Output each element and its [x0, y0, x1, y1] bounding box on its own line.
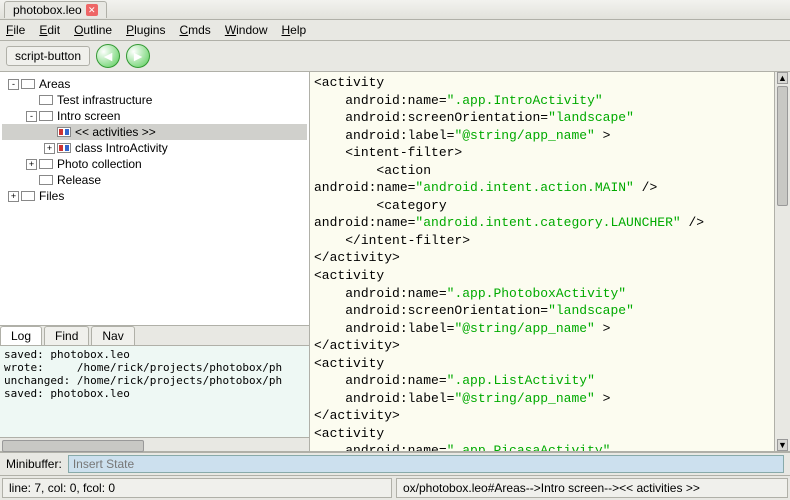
left-pane: - Areas Test infrastructure - Intro screen <<…	[0, 72, 310, 451]
tab-find[interactable]: Find	[44, 326, 89, 345]
tree-row[interactable]: + class IntroActivity	[2, 140, 307, 156]
editor-scrollbar-v[interactable]: ▲ ▼	[774, 72, 790, 451]
tree-label: Files	[39, 189, 64, 203]
tree-row[interactable]: + Photo collection	[2, 156, 307, 172]
nav-back-icon[interactable]: ◄	[96, 44, 120, 68]
tree-row[interactable]: << activities >>	[2, 124, 307, 140]
tree-row[interactable]: + Files	[2, 188, 307, 204]
log-tabs: Log Find Nav	[0, 325, 309, 345]
toolbar: script-button ◄ ►	[0, 41, 790, 72]
tree-row[interactable]: - Areas	[2, 76, 307, 92]
menu-help[interactable]: Help	[282, 23, 307, 37]
script-button[interactable]: script-button	[6, 46, 90, 66]
main-area: - Areas Test infrastructure - Intro screen <<…	[0, 72, 790, 452]
menu-edit[interactable]: Edit	[39, 23, 60, 37]
scroll-thumb[interactable]	[777, 86, 788, 206]
node-icon	[39, 159, 53, 169]
tree-label: Areas	[39, 77, 70, 91]
minibuffer: Minibuffer: Insert State	[0, 452, 790, 475]
menu-outline[interactable]: Outline	[74, 23, 112, 37]
window-title: photobox.leo	[13, 3, 82, 17]
node-icon	[21, 79, 35, 89]
collapse-icon[interactable]: -	[26, 111, 37, 122]
scroll-down-icon[interactable]: ▼	[777, 439, 788, 451]
status-path: ox/photobox.leo#Areas-->Intro screen--><…	[396, 478, 788, 498]
node-icon	[57, 143, 71, 153]
menu-cmds[interactable]: Cmds	[179, 23, 210, 37]
tree-row[interactable]: - Intro screen	[2, 108, 307, 124]
status-position: line: 7, col: 0, fcol: 0	[2, 478, 392, 498]
node-icon	[21, 191, 35, 201]
menu-plugins[interactable]: Plugins	[126, 23, 165, 37]
tree-label: Release	[57, 173, 101, 187]
tab-log[interactable]: Log	[0, 326, 42, 345]
tree-label: Test infrastructure	[57, 93, 152, 107]
window-tab[interactable]: photobox.leo ✕	[4, 1, 107, 18]
collapse-icon[interactable]: -	[8, 79, 19, 90]
code-editor[interactable]: <activity android:name=".app.IntroActivi…	[310, 72, 774, 451]
menubar: File Edit Outline Plugins Cmds Window He…	[0, 20, 790, 41]
tree-row[interactable]: Release	[2, 172, 307, 188]
close-icon[interactable]: ✕	[86, 4, 98, 16]
node-icon	[39, 175, 53, 185]
editor-pane: <activity android:name=".app.IntroActivi…	[310, 72, 790, 451]
node-icon	[39, 95, 53, 105]
tree-row[interactable]: Test infrastructure	[2, 92, 307, 108]
expand-icon[interactable]: +	[44, 143, 55, 154]
menu-file[interactable]: File	[6, 23, 25, 37]
tree-label: << activities >>	[75, 125, 156, 139]
node-icon	[57, 127, 71, 137]
menu-window[interactable]: Window	[225, 23, 268, 37]
tab-nav[interactable]: Nav	[91, 326, 134, 345]
tree-label: Intro screen	[57, 109, 120, 123]
log-body[interactable]: saved: photobox.leo wrote: /home/rick/pr…	[0, 345, 309, 437]
nav-forward-icon[interactable]: ►	[126, 44, 150, 68]
minibuffer-field[interactable]: Insert State	[68, 455, 784, 473]
scroll-up-icon[interactable]: ▲	[777, 72, 788, 84]
node-icon	[39, 111, 53, 121]
titlebar: photobox.leo ✕	[0, 0, 790, 20]
log-scrollbar-h[interactable]	[0, 437, 309, 451]
expand-icon[interactable]: +	[8, 191, 19, 202]
minibuffer-label: Minibuffer:	[6, 457, 62, 471]
tree-label: Photo collection	[57, 157, 142, 171]
expand-icon[interactable]: +	[26, 159, 37, 170]
tree-label: class IntroActivity	[75, 141, 168, 155]
statusbar: line: 7, col: 0, fcol: 0 ox/photobox.leo…	[0, 475, 790, 500]
outline-tree[interactable]: - Areas Test infrastructure - Intro screen <<…	[0, 72, 309, 325]
